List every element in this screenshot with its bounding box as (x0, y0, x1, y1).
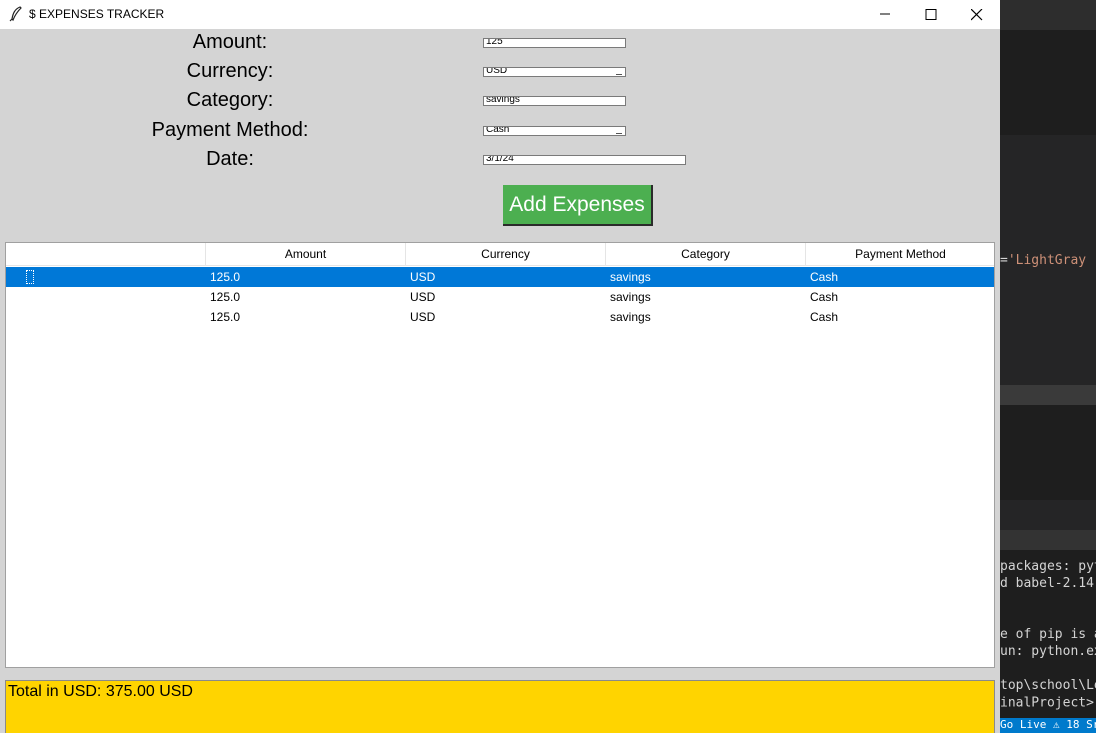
cell-amount: 125.0 (210, 290, 241, 304)
column-header-payment-method[interactable]: Payment Method (806, 243, 994, 266)
terminal-header (1000, 500, 1096, 530)
editor-scroll-area (1000, 385, 1096, 405)
editor-panel (1000, 30, 1096, 135)
focus-indicator (26, 270, 34, 284)
editor-separator (1000, 405, 1096, 500)
cell-currency: USD (410, 290, 436, 304)
terminal-prompt: inalProject> (1000, 695, 1094, 711)
code-line: ='LightGray (1000, 253, 1087, 268)
table-row[interactable]: 125.0 USD savings Cash (6, 267, 994, 287)
cell-category: savings (610, 310, 651, 324)
background-editor: ='LightGray packages: pytz d babel-2.14.… (1000, 0, 1096, 733)
add-expenses-button[interactable]: Add Expenses (503, 185, 653, 226)
terminal-line: e of pip is av (1000, 627, 1096, 642)
chevron-down-icon[interactable] (616, 70, 622, 75)
cell-currency: USD (410, 270, 436, 284)
title-bar: $ EXPENSES TRACKER (0, 0, 1000, 29)
amount-input[interactable]: 125 (483, 38, 626, 48)
date-label: Date: (206, 148, 254, 170)
payment-method-value: Cash (486, 126, 510, 135)
date-input[interactable]: 3/1/24 (483, 155, 686, 165)
cell-category: savings (610, 290, 651, 304)
column-header-currency[interactable]: Currency (406, 243, 606, 266)
category-input[interactable]: savings (483, 96, 626, 106)
cell-category: savings (610, 270, 651, 284)
total-label: Total in USD: 375.00 USD (8, 683, 193, 700)
column-header-amount[interactable]: Amount (206, 243, 406, 266)
terminal-line: top\school\Lev (1000, 678, 1096, 693)
cell-payment: Cash (810, 270, 839, 284)
table-header: Amount Currency Category Payment Method (6, 243, 994, 266)
cell-amount: 125.0 (210, 270, 241, 284)
category-label: Category: (186, 89, 274, 111)
terminal-tab (1000, 530, 1096, 550)
table-row[interactable]: 125.0 USD savings Cash (6, 287, 994, 307)
close-icon (971, 9, 983, 21)
total-display: Total in USD: 375.00 USD (5, 680, 995, 733)
cell-amount: 125.0 (210, 310, 241, 324)
cell-currency: USD (410, 310, 436, 324)
terminal-line: packages: pytz (1000, 559, 1096, 574)
amount-label: Amount: (192, 31, 268, 53)
currency-value: USD (486, 67, 508, 76)
column-header-category[interactable]: Category (606, 243, 806, 266)
terminal-line: d babel-2.14.0 (1000, 576, 1096, 591)
expenses-table[interactable]: Amount Currency Category Payment Method … (5, 242, 995, 668)
cell-payment: Cash (810, 310, 839, 324)
payment-method-label: Payment Method: (151, 119, 309, 141)
window-title: $ EXPENSES TRACKER (29, 7, 165, 21)
chevron-down-icon[interactable] (616, 129, 622, 134)
expenses-tracker-window: $ EXPENSES TRACKER Amount: Currency: Cat… (0, 0, 1000, 733)
maximize-icon (925, 9, 937, 20)
category-value: savings (486, 96, 520, 105)
table-row[interactable]: 125.0 USD savings Cash (6, 307, 994, 327)
currency-label: Currency: (186, 60, 274, 82)
feather-icon (9, 6, 22, 22)
status-bar-text: Go Live ⚠ 18 Sr (1000, 718, 1096, 731)
date-value: 3/1/24 (486, 155, 514, 164)
currency-combobox[interactable]: USD (483, 67, 626, 77)
editor-tab-strip (1000, 0, 1096, 30)
terminal-line: un: python.exe (1000, 644, 1096, 659)
close-button[interactable] (954, 0, 1000, 29)
cell-payment: Cash (810, 290, 839, 304)
amount-value: 125 (486, 38, 503, 47)
minimize-icon (880, 13, 890, 15)
payment-method-combobox[interactable]: Cash (483, 126, 626, 136)
column-header-tree[interactable] (6, 243, 206, 266)
minimize-button[interactable] (862, 0, 908, 29)
maximize-button[interactable] (908, 0, 954, 29)
